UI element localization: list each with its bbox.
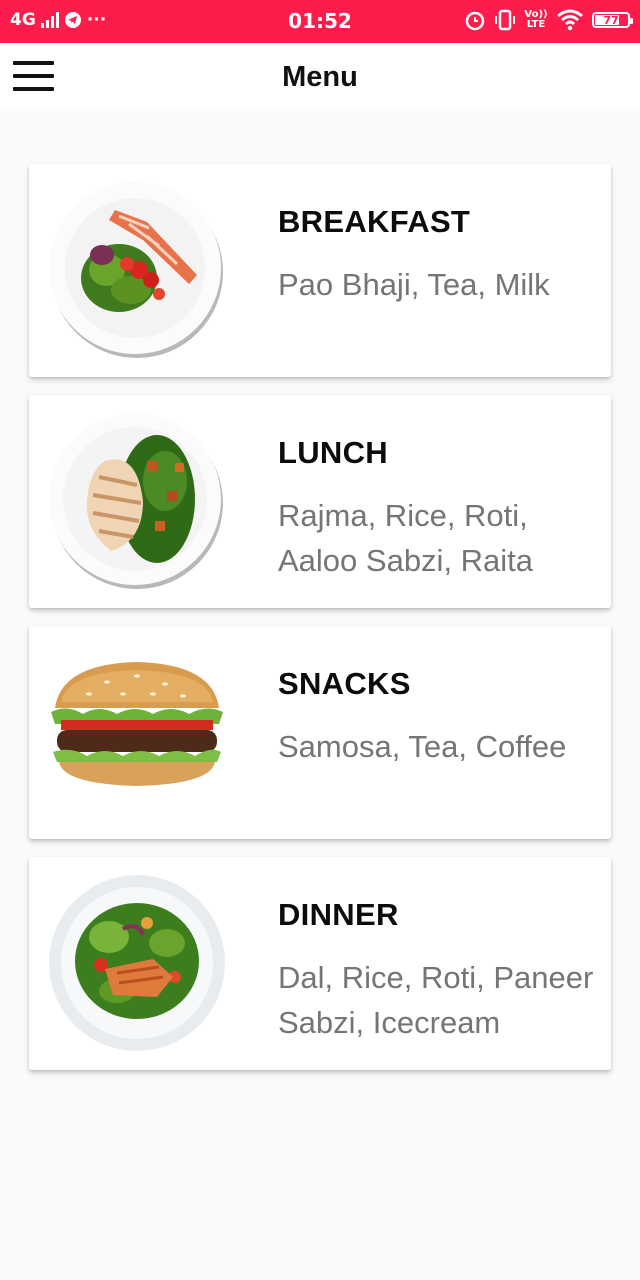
salmon-salad-plate-image [49,182,223,358]
battery-percentage: 77 [603,13,619,27]
meal-card-dinner[interactable]: DINNER Dal, Rice, Roti, Paneer Sabzi, Ic… [29,857,611,1070]
alarm-icon [465,11,485,31]
meal-card-lunch[interactable]: LUNCH Rajma, Rice, Roti, Aaloo Sabzi, Ra… [29,395,611,608]
wifi-icon [557,9,583,31]
meal-card-snacks[interactable]: SNACKS Samosa, Tea, Coffee [29,626,611,839]
page-title: Menu [282,61,358,93]
burger-image [51,662,223,786]
meal-list: BREAKFAST Pao Bhaji, Tea, Milk LUNCH Raj… [29,164,611,1088]
battery-icon: 77 [592,12,633,28]
app-bar: Menu [0,43,640,109]
status-right: Vo)) LTE 77 [464,9,633,31]
chicken-salad-plate-image [49,413,223,589]
meal-items: Samosa, Tea, Coffee [278,729,567,764]
meal-title: LUNCH [278,435,388,470]
vibrate-icon [495,9,515,31]
salmon-salad-bowl-image [47,873,227,1053]
meal-items: Pao Bhaji, Tea, Milk [278,267,550,302]
meal-items: Dal, Rice, Roti, Paneer Sabzi, Icecream [278,960,594,1040]
meal-title: SNACKS [278,666,411,701]
meal-title: BREAKFAST [278,204,471,239]
meal-title: DINNER [278,897,399,932]
volte-icon: Vo)) LTE [524,9,548,30]
meal-items: Rajma, Rice, Roti, Aaloo Sabzi, Raita [278,498,534,578]
status-bar: 4G ··· 01:52 Vo)) LTE 77 [0,0,640,43]
meal-card-breakfast[interactable]: BREAKFAST Pao Bhaji, Tea, Milk [29,164,611,377]
